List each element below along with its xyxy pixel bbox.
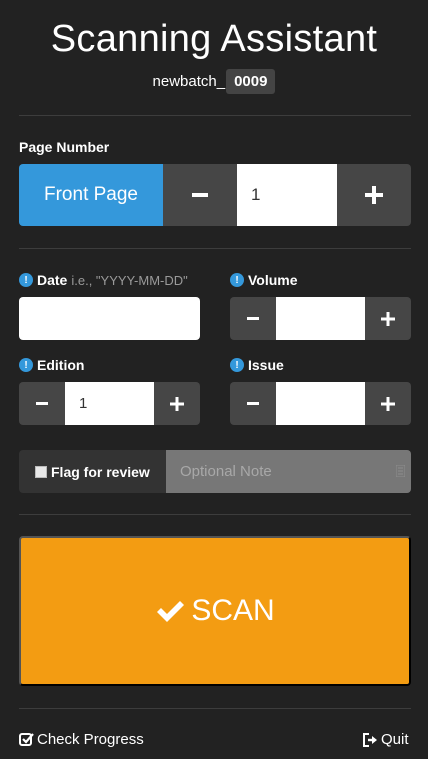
flag-review-label: Flag for review xyxy=(51,463,150,480)
info-icon[interactable]: ! xyxy=(19,273,33,287)
minus-icon xyxy=(36,402,48,405)
quit-label: Quit xyxy=(381,731,409,748)
divider xyxy=(19,248,411,249)
plus-icon xyxy=(365,186,383,204)
date-label-group: ! Date i.e., "YYYY-MM-DD" xyxy=(19,272,188,288)
plus-icon xyxy=(381,396,395,411)
date-hint: i.e., "YYYY-MM-DD" xyxy=(71,272,188,288)
resize-grip-icon xyxy=(396,465,405,477)
issue-increment-button[interactable] xyxy=(365,382,411,425)
check-progress-link[interactable]: Check Progress xyxy=(19,731,144,748)
flag-review-checkbox[interactable] xyxy=(35,465,47,478)
info-icon[interactable]: ! xyxy=(230,358,244,372)
plus-icon xyxy=(170,396,184,411)
page-number-label: Page Number xyxy=(19,139,110,155)
check-progress-label: Check Progress xyxy=(37,731,144,748)
volume-input[interactable] xyxy=(276,297,365,340)
optional-note-input[interactable] xyxy=(166,450,411,493)
minus-icon xyxy=(192,193,208,197)
divider xyxy=(19,115,411,116)
flag-review-toggle[interactable]: Flag for review xyxy=(19,450,166,493)
page-number-increment-button[interactable] xyxy=(337,164,411,226)
issue-label: Issue xyxy=(248,357,284,373)
checkmark-icon xyxy=(157,601,185,622)
plus-icon xyxy=(381,311,395,326)
date-label: Date xyxy=(37,272,68,288)
scan-button[interactable]: SCAN xyxy=(19,536,411,686)
batch-number-badge: 0009 xyxy=(226,69,276,94)
page-title: Scanning Assistant xyxy=(50,18,378,60)
volume-increment-button[interactable] xyxy=(365,297,411,340)
divider xyxy=(19,708,411,709)
info-icon[interactable]: ! xyxy=(230,273,244,287)
issue-input[interactable] xyxy=(276,382,365,425)
batch-name: newbatch_ 0009 xyxy=(0,69,428,94)
scan-label: SCAN xyxy=(191,594,275,627)
date-input[interactable] xyxy=(19,297,200,340)
edition-increment-button[interactable] xyxy=(154,382,200,425)
minus-icon xyxy=(247,317,259,320)
edition-label: Edition xyxy=(37,357,85,373)
edition-input[interactable] xyxy=(65,382,154,425)
page-number-decrement-button[interactable] xyxy=(163,164,237,226)
check-square-icon xyxy=(19,733,34,746)
volume-decrement-button[interactable] xyxy=(230,297,276,340)
sign-out-icon xyxy=(363,732,377,747)
volume-label: Volume xyxy=(248,272,298,288)
minus-icon xyxy=(247,402,259,405)
page-number-input[interactable] xyxy=(237,164,337,226)
front-page-button[interactable]: Front Page xyxy=(19,164,163,226)
edition-label-group: ! Edition xyxy=(19,357,84,373)
quit-link[interactable]: Quit xyxy=(362,731,409,748)
edition-decrement-button[interactable] xyxy=(19,382,65,425)
issue-label-group: ! Issue xyxy=(230,357,284,373)
info-icon[interactable]: ! xyxy=(19,358,33,372)
divider xyxy=(19,514,411,515)
batch-prefix: newbatch_ xyxy=(152,73,226,90)
issue-decrement-button[interactable] xyxy=(230,382,276,425)
volume-label-group: ! Volume xyxy=(230,272,298,288)
